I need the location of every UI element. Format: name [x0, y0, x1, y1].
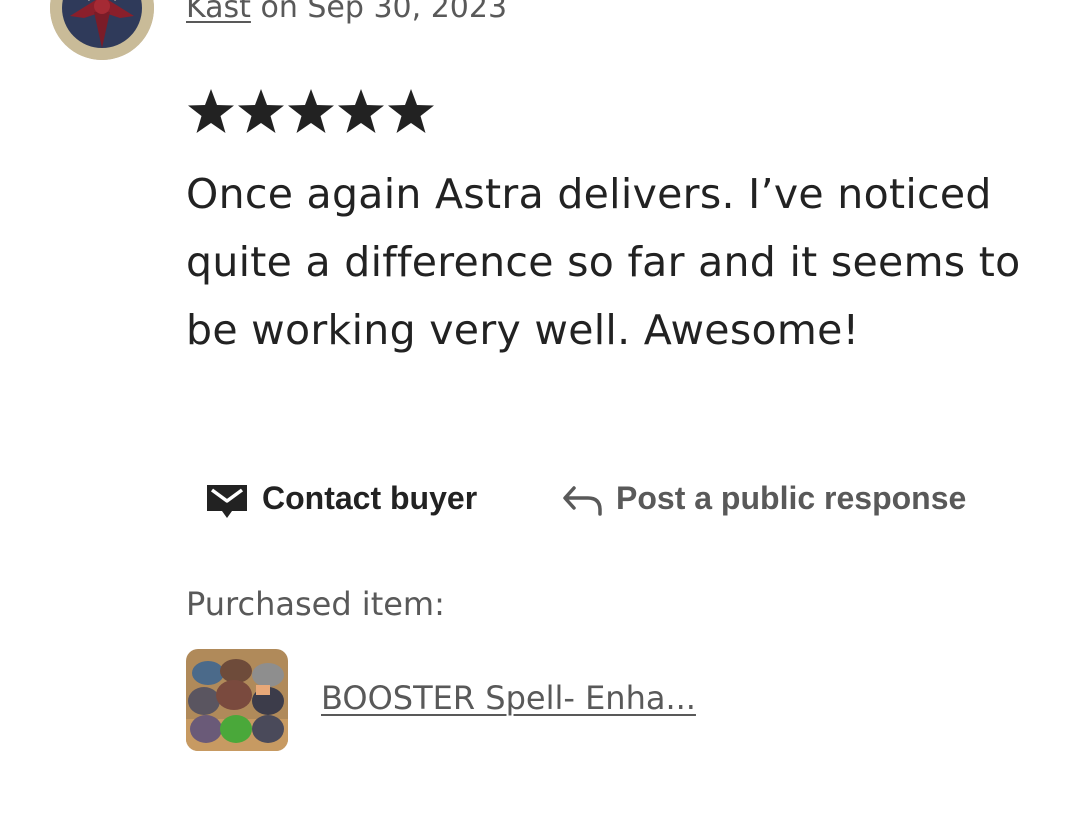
post-public-response-label: Post a public response	[616, 479, 967, 516]
purchased-item-thumbnail[interactable]	[186, 649, 288, 751]
post-public-response-button[interactable]: Post a public response	[560, 470, 966, 526]
contact-buyer-label: Contact buyer	[262, 479, 478, 516]
reviewer-username-link[interactable]: Kast	[186, 0, 251, 25]
review-actions: Contact buyer Post a public response	[0, 470, 1080, 526]
star-icon	[288, 89, 334, 133]
review-text: Once again Astra delivers. I’ve noticed …	[186, 170, 1021, 354]
envelope-icon	[204, 475, 250, 521]
star-icon	[388, 89, 434, 133]
star-icon	[238, 89, 284, 133]
purchased-item-link[interactable]: BOOSTER Spell- Enha...	[321, 676, 696, 720]
review-meta: Kast on Sep 30, 2023	[186, 0, 507, 28]
star-icon	[188, 89, 234, 133]
star-icon	[338, 89, 384, 133]
review-date: on Sep 30, 2023	[260, 0, 508, 25]
star-rating	[186, 86, 436, 138]
reply-arrow-icon	[560, 478, 604, 518]
purchased-item-label: Purchased item:	[186, 585, 445, 623]
reviewer-avatar[interactable]	[50, 0, 154, 60]
contact-buyer-button[interactable]: Contact buyer	[204, 470, 477, 526]
